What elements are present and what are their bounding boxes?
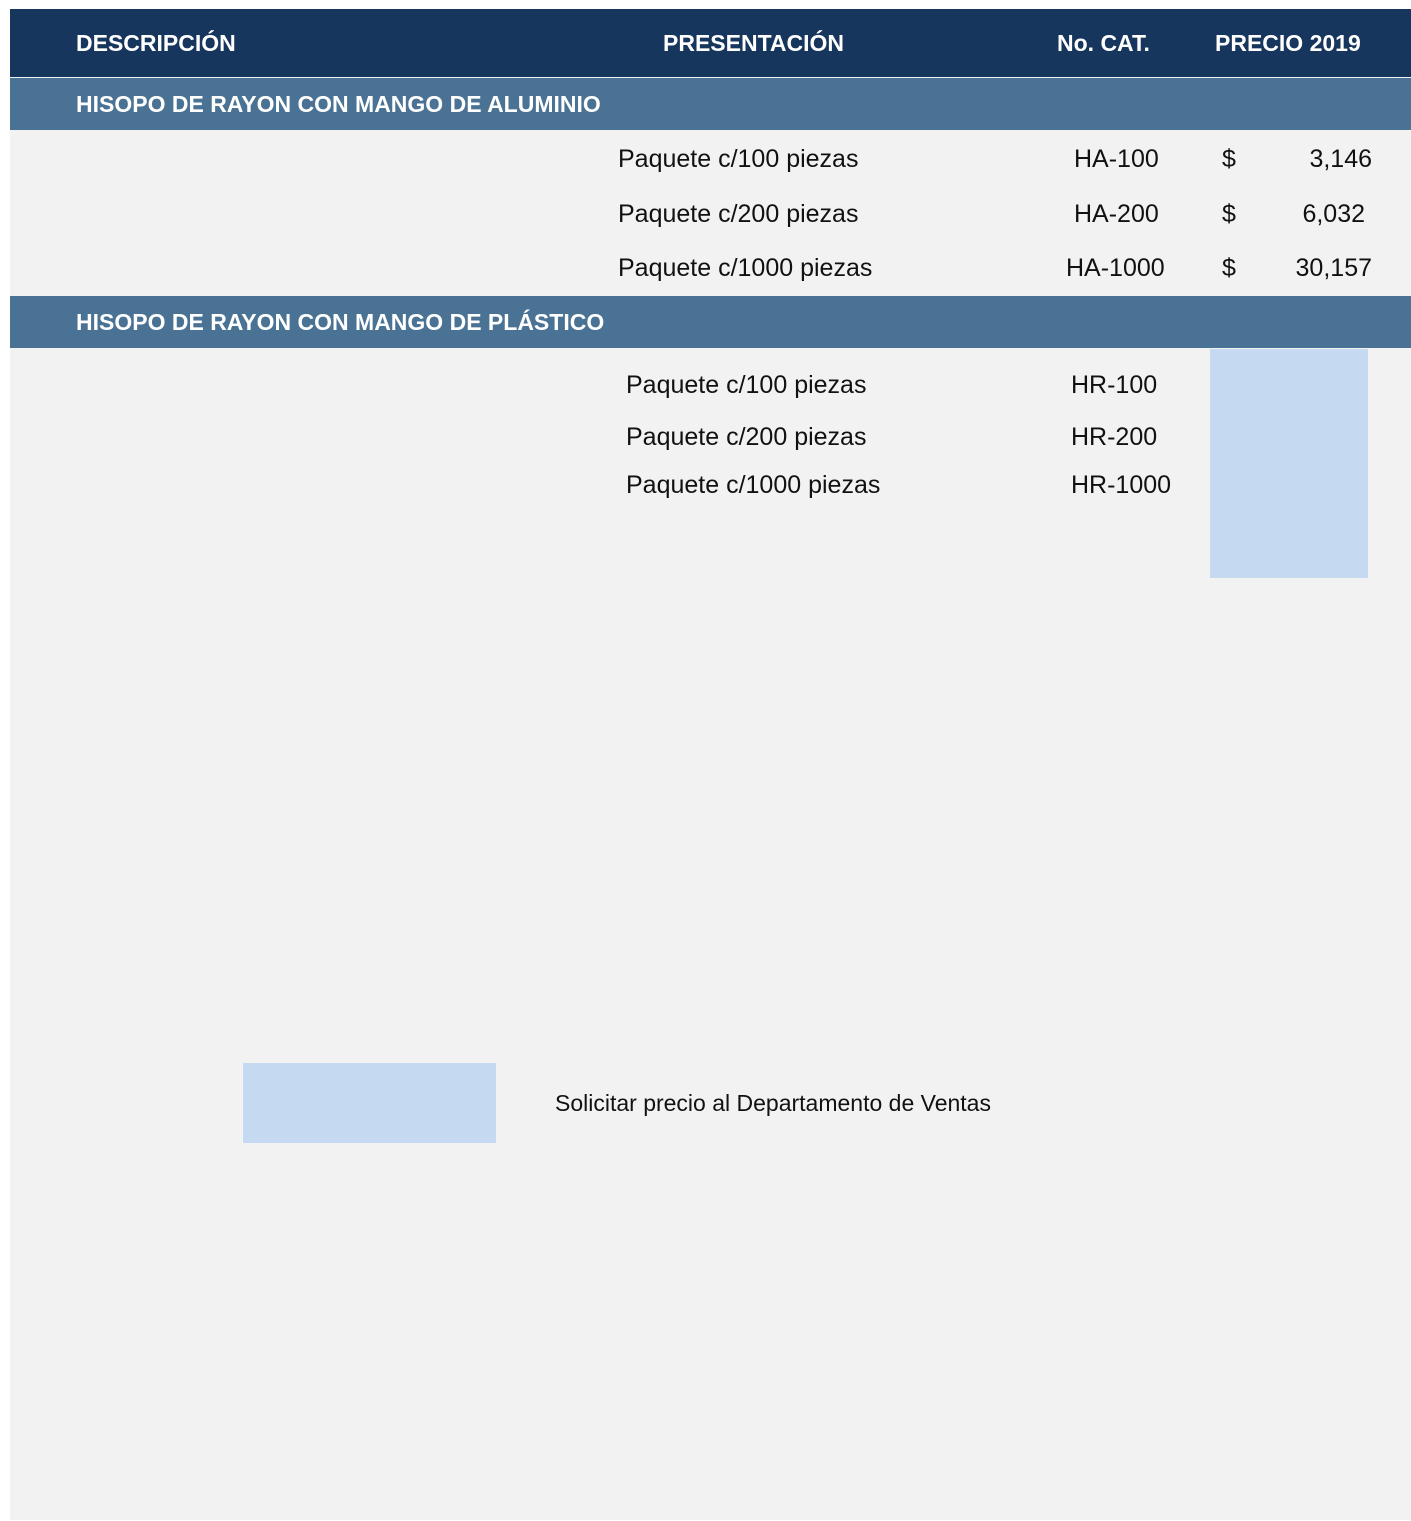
- section-title: HISOPO DE RAYON CON MANGO DE ALUMINIO: [76, 91, 601, 117]
- table-row: Paquete c/100 piezas HR-100: [10, 358, 1411, 412]
- cell-presentacion: Paquete c/100 piezas: [618, 145, 859, 173]
- table-row: Paquete c/1000 piezas HR-1000: [10, 458, 1411, 512]
- cell-currency: $: [1222, 145, 1236, 173]
- cell-presentacion: Paquete c/1000 piezas: [618, 254, 873, 282]
- cell-presentacion: Paquete c/1000 piezas: [626, 471, 881, 499]
- section-header-aluminio: HISOPO DE RAYON CON MANGO DE ALUMINIO: [10, 78, 1411, 130]
- cell-no-cat: HA-100: [1074, 145, 1159, 173]
- cell-presentacion: Paquete c/200 piezas: [618, 200, 859, 228]
- price-list-sheet: DESCRIPCIÓN PRESENTACIÓN No. CAT. PRECIO…: [10, 9, 1411, 1520]
- cell-precio: 6,032: [1302, 200, 1365, 228]
- section-header-plastico: HISOPO DE RAYON CON MANGO DE PLÁSTICO: [10, 296, 1411, 348]
- legend-swatch: [243, 1063, 496, 1143]
- cell-currency: $: [1222, 200, 1236, 228]
- section-title: HISOPO DE RAYON CON MANGO DE PLÁSTICO: [76, 309, 605, 335]
- cell-precio: 30,157: [1295, 254, 1372, 282]
- cell-presentacion: Paquete c/200 piezas: [626, 423, 867, 451]
- cell-currency: $: [1222, 254, 1236, 282]
- cell-no-cat: HA-1000: [1066, 254, 1165, 282]
- header-descripcion: DESCRIPCIÓN: [76, 30, 236, 56]
- cell-no-cat: HR-1000: [1071, 471, 1172, 499]
- cell-no-cat: HR-100: [1071, 371, 1158, 399]
- cell-no-cat: HR-200: [1071, 423, 1158, 451]
- table-row: Paquete c/1000 piezas HA-1000 $ 30,157: [10, 241, 1411, 295]
- table-row: Paquete c/200 piezas HA-200 $ 6,032: [10, 187, 1411, 241]
- header-presentacion: PRESENTACIÓN: [663, 30, 845, 56]
- header-no-cat: No. CAT.: [1057, 30, 1150, 56]
- cell-no-cat: HA-200: [1074, 200, 1159, 228]
- table-row: Paquete c/100 piezas HA-100 $ 3,146: [10, 132, 1411, 186]
- table-row: Paquete c/200 piezas HR-200: [10, 410, 1411, 464]
- table-header: DESCRIPCIÓN PRESENTACIÓN No. CAT. PRECIO…: [10, 9, 1411, 77]
- cell-precio: 3,146: [1309, 145, 1372, 173]
- legend-text: Solicitar precio al Departamento de Vent…: [555, 1090, 991, 1116]
- header-precio: PRECIO 2019: [1215, 30, 1361, 56]
- cell-presentacion: Paquete c/100 piezas: [626, 371, 867, 399]
